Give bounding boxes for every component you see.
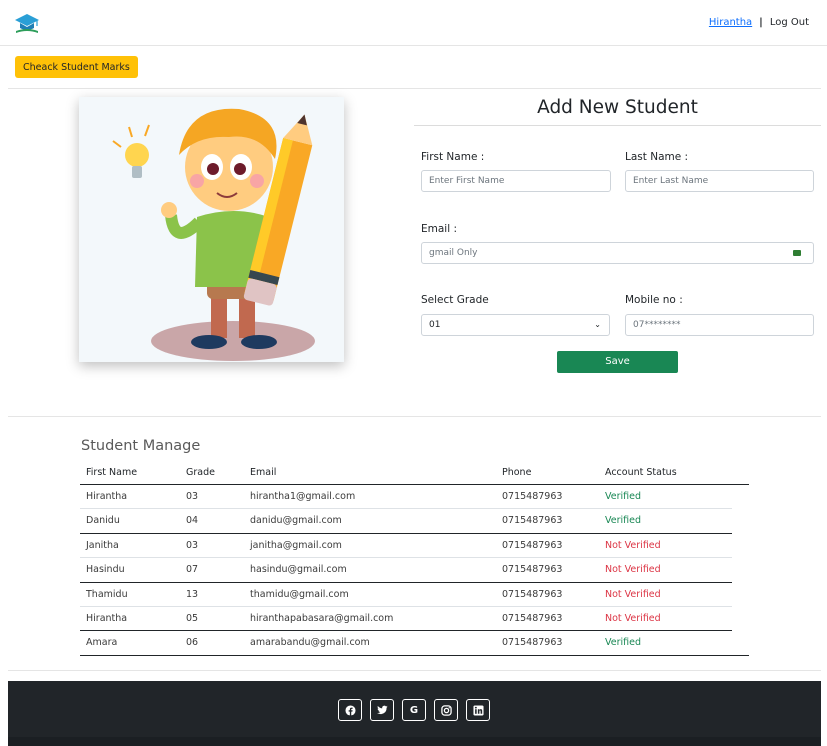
divider	[8, 670, 821, 671]
cell-first-name: Hirantha	[86, 491, 128, 502]
twitter-icon[interactable]	[370, 699, 394, 721]
cell-email: hirantha1@gmail.com	[250, 491, 356, 502]
table-header-row: First Name Grade Email Phone Account Sta…	[80, 462, 749, 485]
email-label: Email :	[421, 223, 458, 235]
cell-phone: 0715487963	[502, 564, 563, 576]
cell-status: Verified	[605, 637, 642, 649]
cell-status: Not Verified	[605, 588, 661, 600]
instagram-icon[interactable]	[434, 699, 458, 721]
cell-first-name: Hirantha	[86, 612, 128, 624]
linkedin-icon[interactable]	[466, 699, 490, 721]
cell-first-name: Thamidu	[86, 588, 128, 600]
table-row: Hirantha 03 hirantha1@gmail.com 07154879…	[80, 485, 732, 510]
grade-select[interactable]: 01 ⌄	[421, 314, 610, 336]
graduation-cap-icon[interactable]	[14, 11, 40, 35]
cell-grade: 06	[186, 637, 199, 649]
cell-phone: 0715487963	[502, 612, 563, 624]
cell-phone: 0715487963	[502, 515, 563, 527]
students-table: First Name Grade Email Phone Account Sta…	[80, 462, 749, 656]
check-student-marks-button[interactable]: Cheack Student Marks	[15, 56, 138, 78]
cell-email: hiranthapabasara@gmail.com	[250, 612, 394, 624]
cell-email: amarabandu@gmail.com	[250, 637, 370, 649]
table-row: Janitha 03 janitha@gmail.com 0715487963 …	[80, 534, 732, 559]
mobile-field[interactable]: 07********	[625, 314, 814, 336]
email-field[interactable]: gmail Only	[421, 242, 814, 264]
user-area: Hirantha | Log Out	[709, 17, 809, 28]
footer-bottom-bar	[8, 737, 821, 746]
first-name-field[interactable]: Enter First Name	[421, 170, 611, 192]
user-name-link[interactable]: Hirantha	[709, 17, 752, 28]
cell-phone: 0715487963	[502, 637, 563, 649]
grade-select-value: 01	[429, 320, 441, 330]
column-header-phone: Phone	[502, 467, 532, 478]
select-grade-label: Select Grade	[421, 294, 489, 306]
cell-status: Verified	[605, 491, 642, 502]
table-row: Thamidu 13 thamidu@gmail.com 0715487963 …	[80, 583, 732, 607]
cell-status: Not Verified	[605, 612, 661, 624]
cell-grade: 03	[186, 491, 199, 502]
form-title-divider	[414, 125, 821, 126]
student-manage-title: Student Manage	[81, 438, 201, 454]
top-navbar: Hirantha | Log Out	[0, 0, 827, 46]
cell-grade: 07	[186, 564, 199, 576]
cell-phone: 0715487963	[502, 539, 563, 551]
column-header-first-name: First Name	[86, 467, 138, 478]
logout-link[interactable]: Log Out	[770, 17, 809, 28]
column-header-account-status: Account Status	[605, 467, 677, 478]
column-header-grade: Grade	[186, 467, 215, 478]
cell-phone: 0715487963	[502, 491, 563, 502]
cell-phone: 0715487963	[502, 588, 563, 600]
email-placeholder: gmail Only	[429, 248, 478, 258]
cell-email: thamidu@gmail.com	[250, 588, 349, 600]
cell-status: Not Verified	[605, 564, 661, 576]
cell-email: hasindu@gmail.com	[250, 564, 347, 576]
cell-email: janitha@gmail.com	[250, 539, 342, 551]
cell-email: danidu@gmail.com	[250, 515, 342, 527]
cell-grade: 13	[186, 588, 199, 600]
table-row: Amara 06 amarabandu@gmail.com 0715487963…	[80, 631, 749, 656]
table-row: Hirantha 05 hiranthapabasara@gmail.com 0…	[80, 607, 732, 632]
separator: |	[759, 17, 763, 28]
boy-with-pencil-illustration	[112, 108, 315, 361]
student-illustration	[79, 97, 344, 362]
mobile-placeholder: 07********	[633, 320, 681, 330]
table-row: Danidu 04 danidu@gmail.com 0715487963 Ve…	[80, 509, 732, 534]
form-title: Add New Student	[537, 97, 698, 118]
cell-grade: 03	[186, 539, 199, 551]
email-icon	[793, 250, 801, 256]
divider	[8, 416, 821, 417]
last-name-field[interactable]: Enter Last Name	[625, 170, 814, 192]
divider	[8, 88, 821, 89]
cell-first-name: Janitha	[86, 539, 119, 551]
cell-grade: 04	[186, 515, 199, 527]
last-name-placeholder: Enter Last Name	[633, 176, 709, 186]
last-name-label: Last Name :	[625, 151, 689, 163]
footer: G	[8, 681, 821, 746]
save-button[interactable]: Save	[557, 351, 678, 373]
cell-first-name: Hasindu	[86, 564, 125, 576]
facebook-icon[interactable]	[338, 699, 362, 721]
table-row: Hasindu 07 hasindu@gmail.com 0715487963 …	[80, 558, 732, 583]
mobile-label: Mobile no :	[625, 294, 683, 306]
first-name-placeholder: Enter First Name	[429, 176, 505, 186]
cell-status: Not Verified	[605, 539, 661, 551]
cell-first-name: Amara	[86, 637, 118, 649]
first-name-label: First Name :	[421, 151, 485, 163]
google-icon[interactable]: G	[402, 699, 426, 721]
cell-first-name: Danidu	[86, 515, 120, 527]
column-header-email: Email	[250, 467, 277, 478]
chevron-down-icon: ⌄	[594, 320, 601, 329]
cell-grade: 05	[186, 612, 199, 624]
cell-status: Verified	[605, 515, 642, 527]
